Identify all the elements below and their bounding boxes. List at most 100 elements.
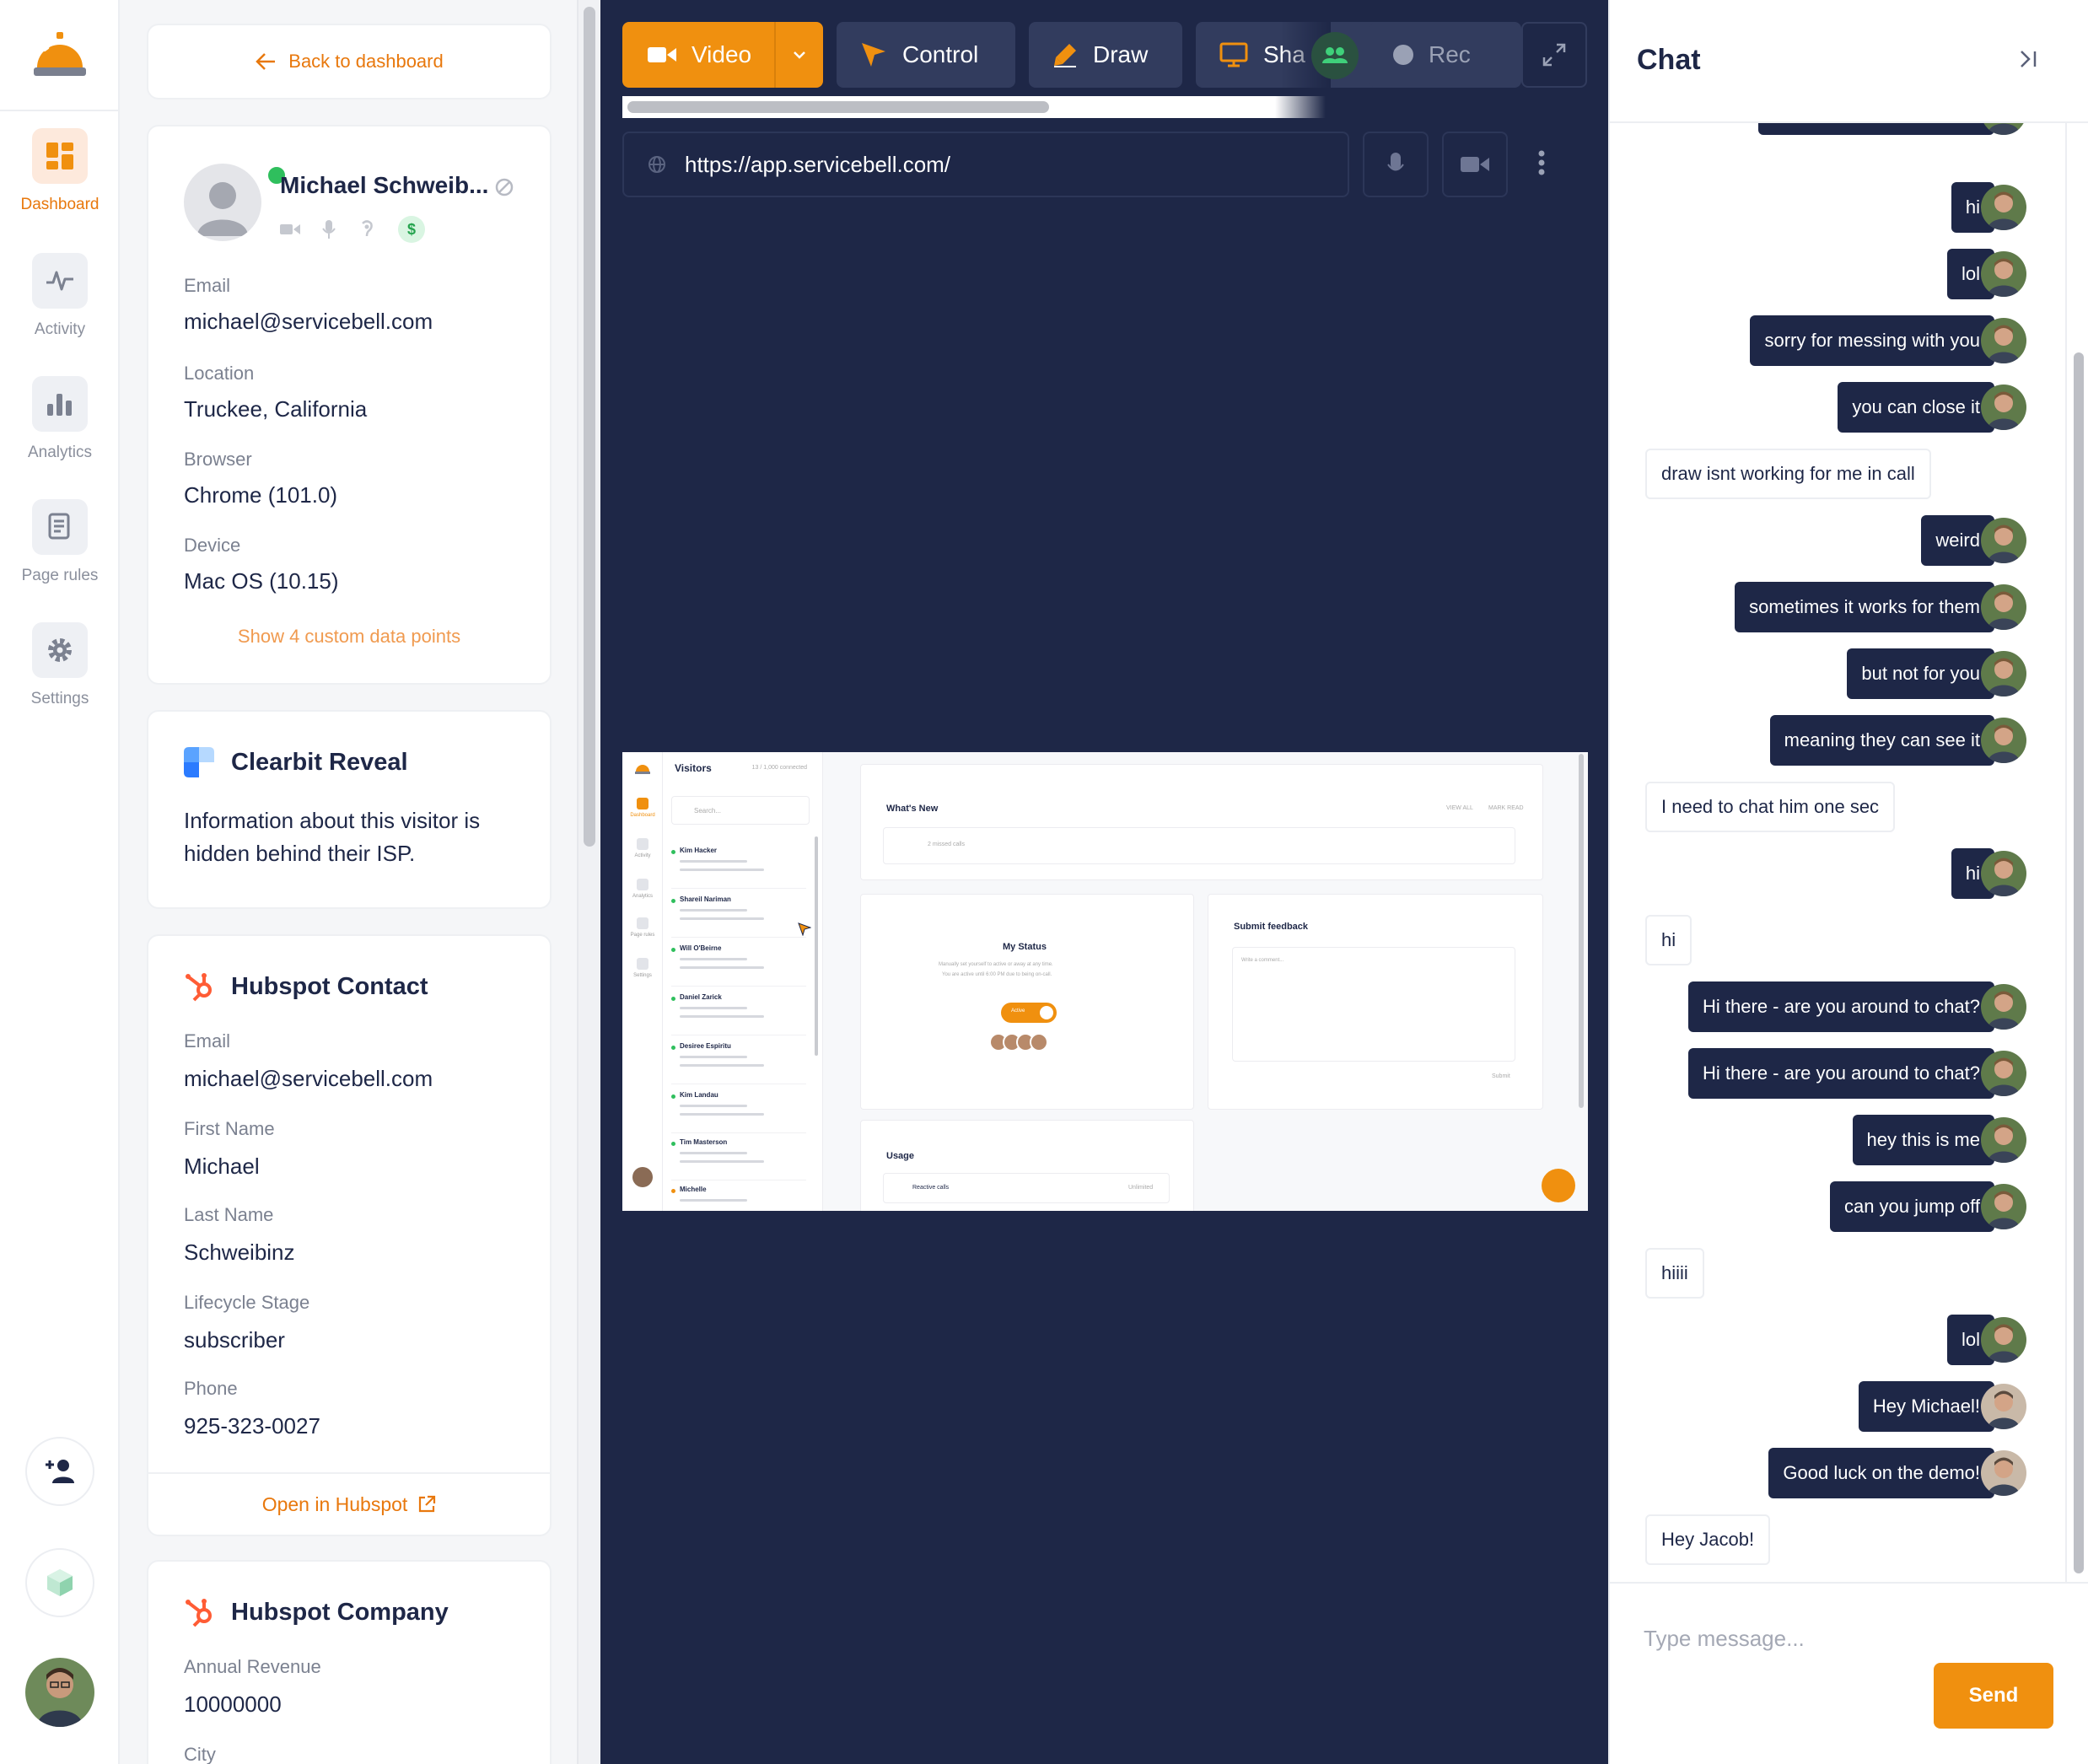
audio-icon xyxy=(362,220,373,237)
remote-visitor: Shareil Nariman xyxy=(671,890,806,938)
chat-composer: Send xyxy=(1610,1582,2088,1764)
integration-button[interactable] xyxy=(25,1548,94,1617)
add-user-button[interactable] xyxy=(25,1437,94,1506)
video-button[interactable]: Video xyxy=(622,22,823,88)
remote-mark-read: MARK READ xyxy=(1488,805,1524,811)
remote-screen[interactable]: Dashboard Activity Analytics Page rules … xyxy=(622,752,1588,1211)
hubspot-icon xyxy=(186,973,212,1002)
chat-avatar xyxy=(1981,1117,2026,1163)
camera-icon xyxy=(1461,157,1489,172)
dashboard-icon xyxy=(32,128,88,184)
chat-avatar xyxy=(1981,518,2026,563)
more-menu-icon[interactable] xyxy=(1536,148,1547,177)
remote-my-status: My Status Manually set yourself to activ… xyxy=(860,894,1194,1110)
field-label: Annual Revenue xyxy=(184,1656,321,1677)
visitor-panel-scrollbar[interactable] xyxy=(577,0,600,1764)
remote-nav-label: Activity xyxy=(634,853,651,858)
open-in-hubspot-link[interactable]: Open in Hubspot xyxy=(148,1472,550,1535)
scrollbar-thumb[interactable] xyxy=(2074,352,2084,1573)
draw-label: Draw xyxy=(1093,41,1149,67)
rec-label: Rec xyxy=(1429,41,1471,67)
chat-scrollbar[interactable] xyxy=(2065,123,2088,1582)
capability-icons: $ xyxy=(280,216,425,243)
remote-visitor: Michelle xyxy=(671,1180,806,1211)
nav-item-settings[interactable]: Settings xyxy=(0,622,120,708)
back-label: Back to dashboard xyxy=(288,51,444,72)
remote-status-desc: Manually set yourself to active or away … xyxy=(939,962,1053,967)
clearbit-text: Information about this visitor is hidden… xyxy=(184,808,481,866)
field-label: Lifecycle Stage xyxy=(184,1292,310,1313)
nav-label: Dashboard xyxy=(20,196,100,213)
servicebell-logo[interactable] xyxy=(30,30,89,83)
camera-icon xyxy=(280,224,300,234)
scrollbar-fade xyxy=(1275,96,1326,118)
remote-whats-new: What's New VIEW ALL MARK READ 2 missed c… xyxy=(860,764,1543,880)
remote-faces xyxy=(989,1033,1048,1051)
remote-nav-icon xyxy=(637,798,648,809)
video-options-dropdown[interactable] xyxy=(774,22,823,88)
nav-separator xyxy=(0,110,120,111)
nav-item-activity[interactable]: Activity xyxy=(0,253,120,339)
record-button[interactable]: Rec xyxy=(1370,22,1521,88)
remote-visitor-list: Visitors 13 / 1,000 connected Search... … xyxy=(663,752,823,1211)
remote-servicebell-fab xyxy=(1542,1169,1575,1202)
back-to-dashboard-button[interactable]: Back to dashboard xyxy=(147,24,552,99)
remote-usage-title: Usage xyxy=(886,1151,915,1161)
remote-visitor: Kim Landau xyxy=(671,1086,806,1133)
remote-visitor: Desiree Espiritu xyxy=(671,1037,806,1084)
chat-message-outgoing: can you jump off xyxy=(1829,1181,1994,1232)
user-avatar[interactable] xyxy=(25,1658,94,1727)
microphone-button[interactable] xyxy=(1363,132,1429,197)
collapse-chat-button[interactable] xyxy=(2016,47,2040,76)
fullscreen-button[interactable] xyxy=(1521,22,1587,88)
remote-nav: Dashboard Activity Analytics Page rules … xyxy=(622,752,663,1211)
nav-item-analytics[interactable]: Analytics xyxy=(0,376,120,462)
pen-icon xyxy=(1054,44,1076,67)
remote-feedback: Submit feedback Write a comment... Submi… xyxy=(1208,894,1543,1110)
chat-message-outgoing: Good luck on the demo! xyxy=(1768,1448,1994,1498)
chat-messages[interactable]: hi lol sorry for messing with you you can c… xyxy=(1610,123,2065,1582)
scrollbar-thumb[interactable] xyxy=(627,101,1049,113)
participants-button[interactable] xyxy=(1311,32,1359,79)
clearbit-card: Clearbit Reveal Information about this v… xyxy=(147,710,552,909)
hubspot-contact-card: Hubspot Contact Email michael@servicebel… xyxy=(147,934,552,1536)
camera-button[interactable] xyxy=(1442,132,1508,197)
clearbit-title: Clearbit Reveal xyxy=(231,749,408,776)
chat-avatar xyxy=(1981,651,2026,696)
nav-item-page-rules[interactable]: Page rules xyxy=(0,499,120,585)
remote-search: Search... xyxy=(671,796,810,825)
chat-message-incoming: Hey Jacob! xyxy=(1645,1514,1771,1565)
nav-label: Activity xyxy=(34,320,86,338)
chat-message xyxy=(1758,123,1994,135)
field-label: Phone xyxy=(184,1378,238,1399)
url-bar[interactable]: https://app.servicebell.com/ xyxy=(622,132,1349,197)
remote-nav-label: Settings xyxy=(633,973,652,978)
field-value: Schweibinz xyxy=(184,1240,295,1265)
ban-icon[interactable] xyxy=(494,177,514,197)
chat-message-outgoing: but not for you xyxy=(1847,648,1994,699)
remote-status-desc2: You are active until 6:00 PM due to bein… xyxy=(942,972,1052,977)
remote-feedback-box: Write a comment... xyxy=(1232,947,1515,1062)
draw-button[interactable]: Draw xyxy=(1029,22,1182,88)
field-label: Browser xyxy=(184,449,252,470)
remote-connected-count: 13 / 1,000 connected xyxy=(751,765,807,771)
left-nav: Dashboard Activity Analytics Page rules … xyxy=(0,0,120,1764)
send-button[interactable]: Send xyxy=(1934,1663,2053,1729)
external-link-icon xyxy=(419,1495,436,1513)
message-input[interactable] xyxy=(1644,1617,2048,1659)
chat-message-outgoing: Hey Michael! xyxy=(1858,1381,1994,1432)
cursor-icon xyxy=(862,43,885,67)
toolbar-scrollbar[interactable] xyxy=(622,96,1326,118)
chat-message-incoming: draw isnt working for me in call xyxy=(1645,449,1931,499)
chat-avatar xyxy=(1981,584,2026,630)
video-label: Video xyxy=(692,41,752,67)
nav-label: Analytics xyxy=(27,444,93,461)
control-button[interactable]: Control xyxy=(837,22,1015,88)
chat-title: Chat xyxy=(1637,44,1701,76)
nav-item-dashboard[interactable]: Dashboard xyxy=(0,128,120,214)
chat-message-incoming: hiiii xyxy=(1645,1248,1704,1299)
cobrowse-session: Video Control Draw Sha Rec https://app.s… xyxy=(600,0,1608,1764)
scrollbar-thumb[interactable] xyxy=(584,7,595,847)
chat-avatar xyxy=(1981,1450,2026,1496)
show-custom-data-link[interactable]: Show 4 custom data points xyxy=(148,626,550,648)
